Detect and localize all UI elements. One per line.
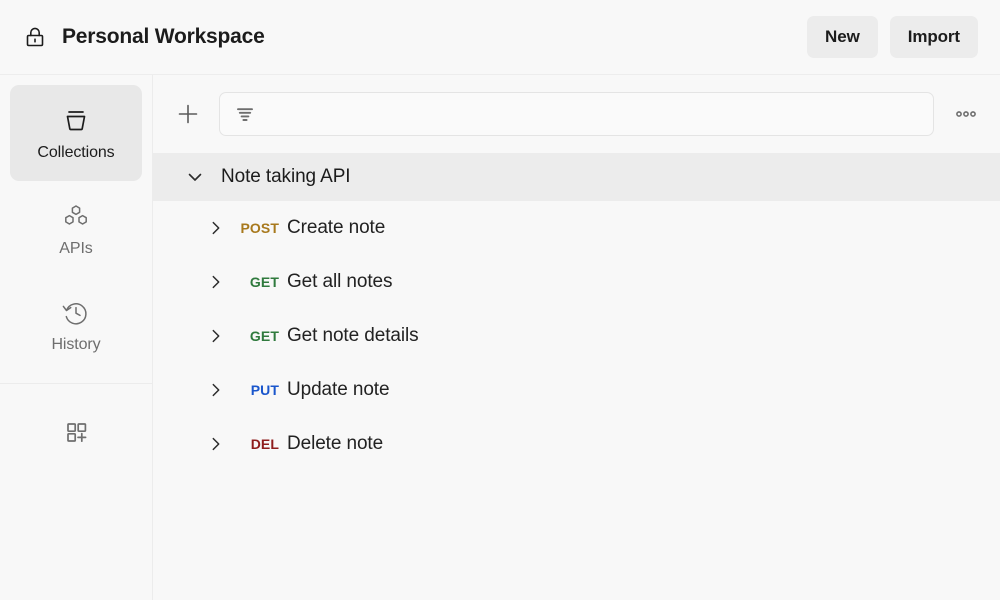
chevron-right-icon[interactable] — [207, 273, 231, 291]
request-name: Update note — [287, 379, 390, 400]
request-name: Get all notes — [287, 271, 393, 292]
import-button[interactable]: Import — [889, 16, 978, 58]
more-horizontal-icon[interactable] — [948, 97, 984, 131]
request-method: PUT — [250, 382, 279, 398]
top-bar: Personal Workspace New Import — [0, 0, 1000, 75]
request-method: GET — [249, 274, 279, 290]
request-name: Get note details — [287, 325, 419, 346]
new-button[interactable]: New — [807, 16, 878, 58]
workspace-title: Personal Workspace — [62, 25, 265, 48]
chevron-right-icon[interactable] — [207, 219, 231, 237]
table-row[interactable]: DEL Delete note — [153, 417, 1000, 471]
table-row[interactable]: GET Get note details — [153, 309, 1000, 363]
sidebar-item-add-apps[interactable] — [10, 384, 142, 480]
main-panel: Note taking API POST Create note GET Get… — [153, 75, 1000, 600]
sidebar-item-apis-label: APIs — [59, 240, 93, 257]
sidebar-item-apis[interactable]: APIs — [10, 181, 142, 277]
request-method: GET — [249, 328, 279, 344]
chevron-down-icon[interactable] — [185, 167, 205, 187]
chevron-right-icon[interactable] — [207, 381, 231, 399]
apis-icon — [60, 200, 92, 234]
sidebar-item-history[interactable]: History — [10, 277, 142, 373]
body-row: Collections APIs History Note taking API… — [0, 75, 1000, 600]
sidebar-item-history-label: History — [51, 336, 101, 353]
chevron-right-icon[interactable] — [207, 435, 231, 453]
request-method: POST — [240, 220, 279, 236]
collections-toolbar — [153, 75, 1000, 153]
filter-icon — [234, 103, 256, 125]
lock-icon — [22, 24, 48, 50]
add-new-button[interactable] — [171, 97, 205, 131]
sidebar-item-collections[interactable]: Collections — [10, 85, 142, 181]
table-row[interactable]: POST Create note — [153, 201, 1000, 255]
collection-name: Note taking API — [221, 166, 351, 187]
add-apps-grid-icon — [60, 415, 92, 449]
search-input[interactable] — [266, 105, 921, 123]
app-root: Personal Workspace New Import Collection… — [0, 0, 1000, 600]
request-method: DEL — [250, 436, 279, 452]
top-bar-actions: New Import — [807, 16, 978, 58]
request-name: Delete note — [287, 433, 384, 454]
collection-row-note-taking-api[interactable]: Note taking API — [153, 153, 1000, 201]
collection-tree: Note taking API POST Create note GET Get… — [153, 153, 1000, 600]
collections-icon — [60, 104, 92, 138]
sidebar-item-collections-label: Collections — [37, 144, 115, 161]
history-icon — [60, 296, 92, 330]
table-row[interactable]: GET Get all notes — [153, 255, 1000, 309]
sidebar: Collections APIs History — [0, 75, 153, 600]
search-filter-bar[interactable] — [219, 92, 934, 136]
request-name: Create note — [287, 217, 386, 238]
table-row[interactable]: PUT Update note — [153, 363, 1000, 417]
chevron-right-icon[interactable] — [207, 327, 231, 345]
